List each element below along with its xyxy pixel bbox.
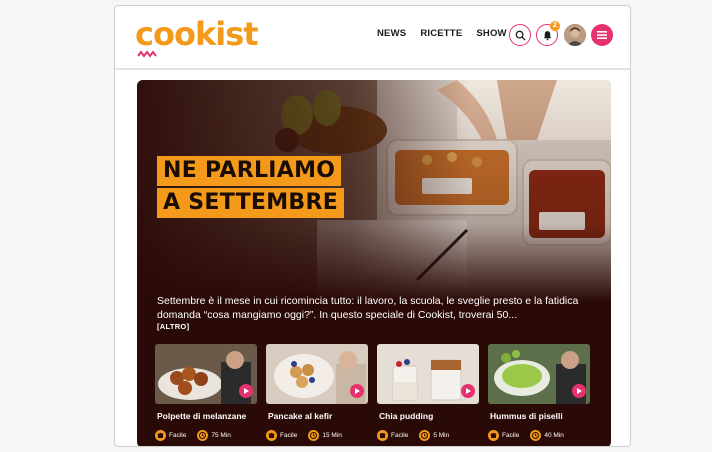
recipe-meta: Facile 40 Min [488,430,572,441]
bell-icon [543,30,551,40]
search-icon [515,30,526,41]
cookist-logo[interactable]: cookist [135,14,295,62]
recipe-title: Chia pudding [379,411,434,421]
recipe-meta: Facile 15 Min [266,430,350,441]
logo-text: cookist [135,15,259,53]
hero-banner[interactable]: NE PARLIAMO A SETTEMBRE Settembre è il m… [137,80,611,446]
chef-hat-icon [266,430,277,441]
nav-ricette[interactable]: RICETTE [420,28,462,39]
time-label: 15 Min [322,432,342,439]
nav-show[interactable]: SHOW [476,28,506,39]
menu-icon [597,31,607,39]
site-header: cookist NEWS RICETTE SHOW 2 [115,6,630,70]
recipe-cards: Polpette di melanzane Facile 75 Min Panc… [155,344,595,446]
chef-hat-icon [377,430,388,441]
logo-wave-icon [137,50,157,58]
difficulty-label: Facile [391,432,409,439]
time-label: 75 Min [211,432,231,439]
play-icon[interactable] [572,384,586,398]
search-button[interactable] [509,24,531,46]
recipe-card[interactable]: Pancake al kefir Facile 15 Min [266,344,368,444]
recipe-title: Hummus di piselli [490,411,563,421]
nav-news[interactable]: NEWS [377,28,406,39]
clock-icon [308,430,320,441]
recipe-meta: Facile 5 Min [377,430,457,441]
recipe-title: Pancake al kefir [268,411,333,421]
recipe-card[interactable]: Chia pudding Facile 5 Min [377,344,479,444]
menu-button[interactable] [591,24,613,46]
clock-icon [197,430,209,441]
user-avatar[interactable] [564,24,586,46]
time-label: 40 Min [544,432,564,439]
play-icon[interactable] [350,384,364,398]
headline-line-2: A SETTEMBRE [157,188,345,218]
recipe-card[interactable]: Hummus di piselli Facile 40 Min [488,344,590,444]
time-label: 5 Min [433,432,450,439]
hero-description: Settembre è il mese in cui ricomincia tu… [157,295,579,321]
difficulty-label: Facile [502,432,520,439]
chef-hat-icon [488,430,499,441]
read-more-link[interactable]: [ALTRO] [157,322,189,331]
hero-headline: NE PARLIAMO A SETTEMBRE [157,156,367,220]
difficulty-label: Facile [169,432,187,439]
notifications-button[interactable]: 2 [536,21,560,46]
notification-badge: 2 [550,21,560,31]
recipe-card[interactable]: Polpette di melanzane Facile 75 Min [155,344,257,444]
browser-page: cookist NEWS RICETTE SHOW 2 NE PARLIAMO … [114,5,631,447]
play-icon[interactable] [239,384,253,398]
avatar-icon [564,24,586,46]
clock-icon [530,430,542,441]
main-nav: NEWS RICETTE SHOW [377,28,507,39]
play-icon[interactable] [461,384,475,398]
recipe-title: Polpette di melanzane [157,411,247,421]
chef-hat-icon [155,430,166,441]
clock-icon [419,430,431,441]
recipe-meta: Facile 75 Min [155,430,239,441]
difficulty-label: Facile [280,432,298,439]
headline-line-1: NE PARLIAMO [157,156,342,186]
